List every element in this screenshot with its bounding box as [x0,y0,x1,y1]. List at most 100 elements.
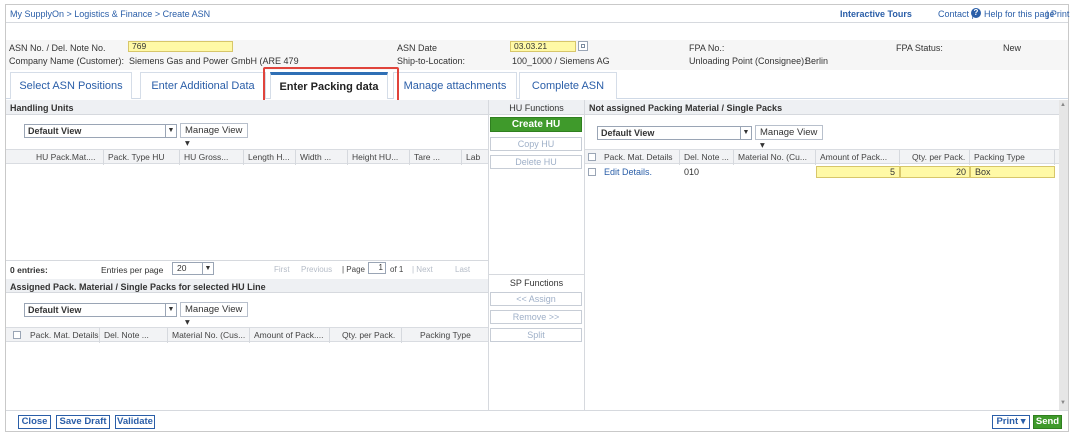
tab-enter-additional-data[interactable]: Enter Additional Data [140,72,266,99]
divider [488,100,489,410]
not-assigned-col[interactable]: Material No. (Cu... [734,150,816,165]
not-assigned-manage-view-button[interactable]: Manage View ▾ [755,125,823,151]
interactive-tours-link[interactable]: Interactive Tours [840,9,912,19]
assigned-col[interactable]: Pack. Mat. Details [26,328,100,343]
assigned-col[interactable]: Amount of Pack.... [250,328,330,343]
unloading-value: Berlin [805,56,829,66]
scroll-down-icon[interactable]: ▼ [1060,400,1066,406]
packing-type-input[interactable]: Box [970,166,1055,178]
assigned-view-select[interactable]: Default View ▼ [24,303,177,317]
assign-button[interactable]: << Assign [490,292,582,306]
not-assigned-col[interactable]: Pack. Mat. Details [600,150,680,165]
hu-col[interactable]: Lab [462,150,488,165]
hu-col[interactable]: Length H... [244,150,296,165]
hu-col[interactable]: Height HU... [348,150,410,165]
unloading-label: Unloading Point (Consignee): [689,56,807,66]
sp-functions-title: SP Functions [509,278,564,288]
scroll-up-icon[interactable]: ▲ [1060,102,1066,108]
split-button[interactable]: Split [490,328,582,342]
not-assigned-col[interactable]: Qty. per Pack. [900,150,970,165]
hu-functions-title: HU Functions [509,103,564,113]
hu-view-select[interactable]: Default View ▼ [24,124,177,138]
chevron-down-icon: ▼ [165,304,176,316]
first-page-link[interactable]: First [274,265,290,274]
select-all-checkbox[interactable] [13,331,21,339]
previous-page-link[interactable]: Previous [301,265,332,274]
divider [6,22,1068,23]
assigned-grid-header: Pack. Mat. Details Del. Note ... Materia… [6,327,488,343]
breadcrumb[interactable]: My SupplyOn > Logistics & Finance > Crea… [10,9,210,19]
page-label: | Page [342,265,365,274]
tab-manage-attachments[interactable]: Manage attachments [393,72,517,99]
company-value: Siemens Gas and Power GmbH (ARE 479 [129,56,299,66]
fpa-status-value: New [1003,43,1022,53]
entries-per-page-select[interactable]: 20 ▼ [172,262,214,275]
not-assigned-view-select[interactable]: Default View ▼ [597,126,752,140]
tab-complete-asn[interactable]: Complete ASN [519,72,617,99]
hu-grid-header: HU Pack.Mat.... Pack. Type HU HU Gross..… [6,149,488,165]
delete-hu-button[interactable]: Delete HU [490,155,582,169]
hu-col[interactable]: Tare ... [410,150,462,165]
hu-panel-header [6,100,488,115]
page-input[interactable]: 1 [368,262,386,274]
asn-no-label: ASN No. / Del. Note No. [9,43,106,53]
last-page-link[interactable]: Last [455,265,470,274]
qty-input[interactable]: 20 [900,166,970,178]
help-icon[interactable]: ? [971,8,981,18]
amount-input[interactable]: 5 [816,166,900,178]
save-draft-button[interactable]: Save Draft [56,415,110,429]
assigned-col[interactable]: Material No. (Cus... [168,328,250,343]
hu-manage-view-button[interactable]: Manage View ▾ [180,123,248,149]
asn-date-label: ASN Date [397,43,438,53]
divider [584,100,585,410]
next-page-link[interactable]: | Next [412,265,433,274]
chevron-down-icon: ▼ [740,127,751,139]
row-checkbox[interactable] [588,168,596,176]
fpa-no-label: FPA No.: [689,43,725,53]
fpa-status-label: FPA Status: [896,43,943,53]
assigned-manage-view-button[interactable]: Manage View ▾ [180,302,248,328]
contact-link[interactable]: Contact | [938,9,974,19]
assigned-col[interactable]: Packing Type [402,328,488,343]
assigned-col[interactable]: Qty. per Pack. [330,328,402,343]
create-hu-button[interactable]: Create HU [490,117,582,132]
tab-select-asn-positions[interactable]: Select ASN Positions [10,72,132,99]
del-note-cell: 010 [684,167,700,177]
chevron-down-icon: ▼ [202,263,213,274]
assigned-title: Assigned Pack. Material / Single Packs f… [10,282,266,292]
asn-date-field[interactable]: 03.03.21 [510,41,576,52]
hu-col[interactable]: Width ... [296,150,348,165]
not-assigned-col[interactable]: Amount of Pack... [816,150,900,165]
help-link[interactable]: Help for this page [984,9,1055,19]
scrollbar[interactable] [1059,100,1068,410]
not-assigned-title: Not assigned Packing Material / Single P… [589,103,783,113]
not-assigned-grid-header: Pack. Mat. Details Del. Note ... Materia… [585,149,1059,165]
hu-col[interactable]: Pack. Type HU [104,150,180,165]
send-button[interactable]: Send [1033,415,1062,429]
print-link[interactable]: | Print [1046,9,1069,19]
company-label: Company Name (Customer): [9,56,125,66]
close-button[interactable]: Close [18,415,51,429]
hu-col[interactable]: HU Pack.Mat.... [32,150,104,165]
asn-no-field[interactable]: 769 [128,41,233,52]
calendar-icon[interactable] [578,41,588,51]
divider [6,260,488,261]
not-assigned-col[interactable]: Packing Type [970,150,1055,165]
divider [6,410,1068,411]
copy-hu-button[interactable]: Copy HU [490,137,582,151]
not-assigned-col[interactable]: Del. Note ... [680,150,734,165]
highlight-box [263,67,399,104]
remove-button[interactable]: Remove >> [490,310,582,324]
print-button[interactable]: Print ▾ [992,415,1030,429]
ship-to-value: 100_1000 / Siemens AG [512,56,610,66]
hu-col[interactable]: HU Gross... [180,150,244,165]
edit-details-link[interactable]: Edit Details. [604,167,652,177]
hu-title: Handling Units [10,103,74,113]
ship-to-label: Ship-to-Location: [397,56,466,66]
table-row[interactable]: Edit Details. 010 5 20 Box [585,165,1059,180]
chevron-down-icon: ▼ [165,125,176,137]
hu-entries-count: 0 entries: [10,265,48,275]
select-all-checkbox[interactable] [588,153,596,161]
validate-button[interactable]: Validate [115,415,155,429]
assigned-col[interactable]: Del. Note ... [100,328,168,343]
